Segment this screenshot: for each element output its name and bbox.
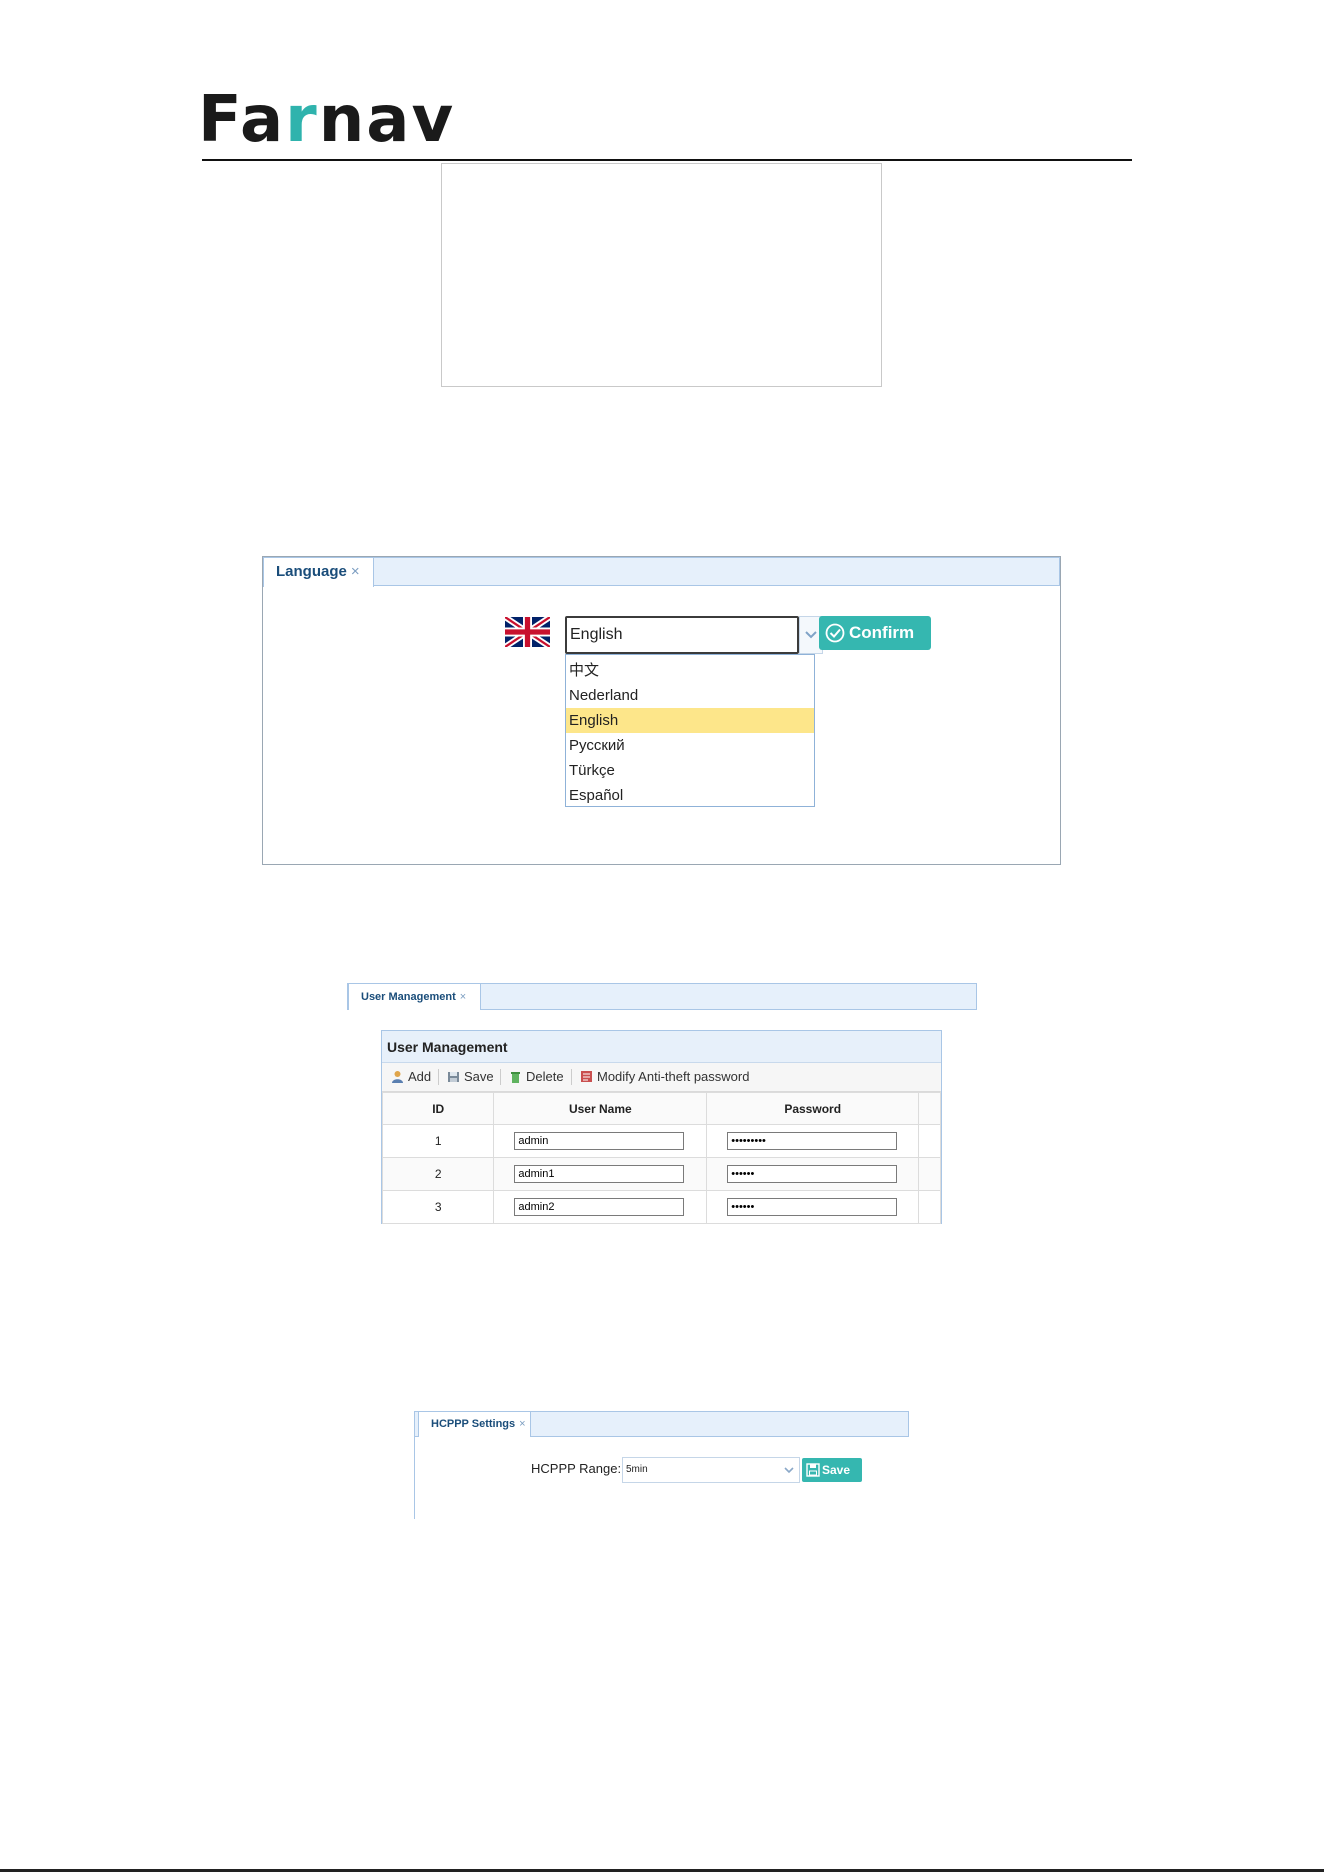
password-input[interactable] (727, 1165, 898, 1183)
trash-icon (511, 1072, 520, 1083)
save-label: Save (464, 1069, 494, 1084)
delete-button[interactable]: Delete (509, 1063, 564, 1091)
table-header-row: ID User Name Password (381, 1092, 941, 1125)
add-label: Add (408, 1069, 432, 1084)
column-header-spacer (918, 1092, 941, 1125)
table-row[interactable]: 3 (381, 1190, 941, 1224)
language-dropdown-list: 中文 Nederland English Русский Türkçe Espa… (565, 654, 815, 807)
save-icon (448, 1072, 459, 1082)
row-id: 3 (381, 1190, 495, 1224)
hcppp-save-button[interactable]: Save (802, 1458, 862, 1482)
logo-accent: r (285, 83, 319, 157)
tab-close-icon[interactable]: × (351, 563, 360, 580)
tab-language[interactable]: Language × (263, 557, 374, 587)
row-id: 1 (381, 1124, 495, 1158)
column-header-user-name: User Name (493, 1092, 708, 1125)
password-cell (706, 1157, 920, 1191)
language-tabbar: Language × (263, 557, 1060, 587)
header-divider (202, 159, 1132, 161)
spacer-cell (918, 1124, 941, 1158)
user-name-input[interactable] (514, 1198, 685, 1216)
user-management-tabbar: User Management × (347, 983, 977, 1010)
user-name-input[interactable] (514, 1132, 685, 1150)
toolbar-separator (571, 1069, 572, 1085)
tab-language-label: Language (276, 563, 347, 580)
language-option[interactable]: Türkçe (566, 758, 814, 783)
spacer-cell (918, 1157, 941, 1191)
language-select[interactable]: English (565, 616, 799, 654)
column-header-password: Password (706, 1092, 920, 1125)
toolbar-separator (500, 1069, 501, 1085)
user-toolbar: Add Save Delete Modify Anti-theft passwo… (382, 1063, 941, 1092)
hcppp-save-label: Save (822, 1463, 851, 1477)
hcppp-panel: HCPPP Settings × HCPPP Range: 5min Save (414, 1411, 909, 1519)
modify-password-button[interactable]: Modify Anti-theft password (580, 1063, 749, 1091)
language-option[interactable]: Español (566, 783, 814, 808)
spacer-cell (918, 1190, 941, 1224)
add-user-button[interactable]: Add (391, 1063, 431, 1091)
save-button[interactable]: Save (447, 1063, 494, 1091)
column-header-id: ID (381, 1092, 495, 1125)
user-management-panel: User Management Add Save Delete Modify A… (381, 1030, 942, 1224)
password-input[interactable] (727, 1132, 898, 1150)
password-cell (706, 1190, 920, 1224)
password-icon (581, 1071, 592, 1082)
language-option[interactable]: Русский (566, 733, 814, 758)
logo-suffix: nav (318, 83, 456, 157)
farnav-logo: Farnav (198, 88, 455, 152)
panel-title: User Management (382, 1031, 941, 1063)
uk-flag-icon (505, 617, 550, 647)
hcppp-range-select[interactable]: 5min (622, 1457, 800, 1483)
tab-close-icon[interactable]: × (460, 991, 466, 1003)
confirm-label: Confirm (849, 623, 915, 642)
table-row[interactable]: 1 (381, 1124, 941, 1158)
tab-hcppp-label: HCPPP Settings (431, 1418, 516, 1430)
delete-label: Delete (526, 1069, 564, 1084)
confirm-button[interactable]: Confirm (819, 616, 931, 650)
empty-image-frame (441, 163, 882, 387)
row-id: 2 (381, 1157, 495, 1191)
password-input[interactable] (727, 1198, 898, 1216)
user-table: ID User Name Password 1 2 3 (381, 1092, 941, 1224)
tab-close-icon[interactable]: × (519, 1418, 525, 1430)
user-name-cell (493, 1190, 708, 1224)
language-option-selected[interactable]: English (566, 708, 814, 733)
hcppp-range-label: HCPPP Range: (531, 1461, 622, 1476)
language-panel: Language × English Confirm 中文 Nederland E… (262, 556, 1061, 865)
table-row[interactable]: 2 (381, 1157, 941, 1191)
password-cell (706, 1124, 920, 1158)
user-name-cell (493, 1157, 708, 1191)
tab-user-management[interactable]: User Management × (348, 983, 481, 1010)
user-name-cell (493, 1124, 708, 1158)
toolbar-separator (438, 1069, 439, 1085)
user-add-icon (392, 1071, 403, 1083)
save-icon (806, 1463, 820, 1477)
hcppp-tabbar: HCPPP Settings × (414, 1411, 909, 1437)
modify-label: Modify Anti-theft password (597, 1069, 750, 1084)
user-name-input[interactable] (514, 1165, 685, 1183)
chevron-down-icon[interactable] (778, 1457, 800, 1483)
check-circle-icon (825, 623, 845, 643)
language-option[interactable]: 中文 (566, 658, 814, 683)
tab-hcppp-settings[interactable]: HCPPP Settings × (418, 1411, 531, 1437)
tab-user-management-label: User Management (361, 991, 456, 1003)
language-option[interactable]: Nederland (566, 683, 814, 708)
logo-prefix: Fa (198, 83, 286, 157)
